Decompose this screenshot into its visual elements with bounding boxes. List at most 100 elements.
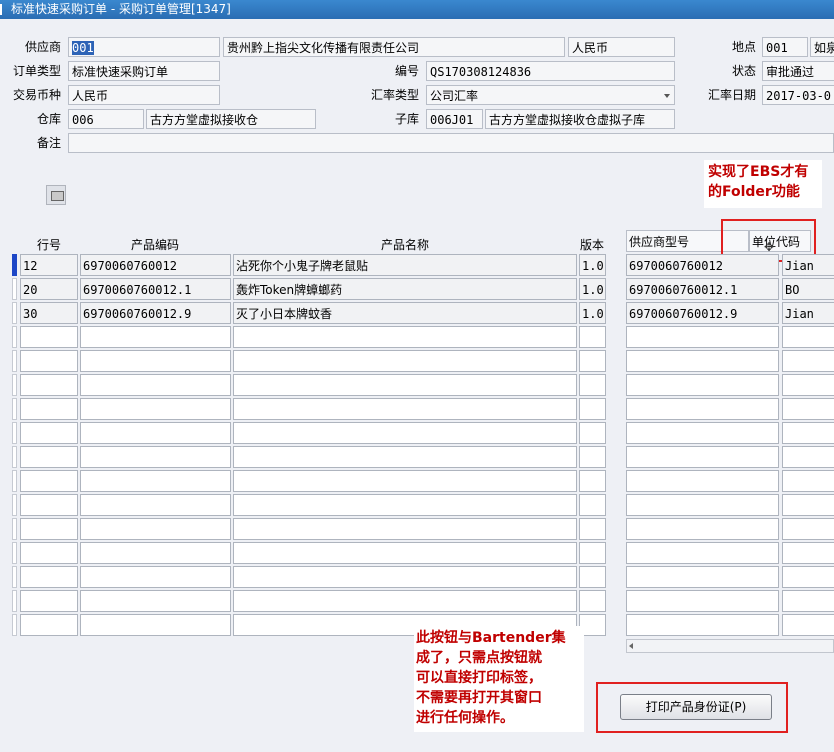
- cell-unit-code[interactable]: [782, 470, 834, 492]
- cell-product-name[interactable]: [233, 326, 577, 348]
- cell-product-name[interactable]: [233, 518, 577, 540]
- cell-version[interactable]: 1.0: [579, 254, 606, 276]
- cell-unit-code[interactable]: Jian: [782, 302, 834, 324]
- cell-product-name[interactable]: [233, 422, 577, 444]
- cell-supplier-model[interactable]: [626, 470, 779, 492]
- cell-product-code[interactable]: 6970060760012: [80, 254, 231, 276]
- cell-version[interactable]: [579, 590, 606, 612]
- cell-product-name[interactable]: [233, 470, 577, 492]
- cell-unit-code[interactable]: [782, 566, 834, 588]
- row-indicator[interactable]: [12, 494, 17, 516]
- cell-supplier-model[interactable]: 6970060760012.9: [626, 302, 779, 324]
- cell-line-no[interactable]: [20, 326, 78, 348]
- cell-unit-code[interactable]: [782, 590, 834, 612]
- horizontal-scrollbar[interactable]: [626, 639, 834, 653]
- row-indicator[interactable]: [12, 470, 17, 492]
- row-indicator[interactable]: [12, 278, 17, 300]
- cell-version[interactable]: [579, 422, 606, 444]
- cell-unit-code[interactable]: [782, 398, 834, 420]
- cell-line-no[interactable]: [20, 470, 78, 492]
- cell-product-code[interactable]: [80, 494, 231, 516]
- cell-supplier-model[interactable]: [626, 566, 779, 588]
- subinventory-name-field[interactable]: 古方方堂虚拟接收仓虚拟子库: [485, 109, 675, 129]
- cell-product-code[interactable]: [80, 446, 231, 468]
- warehouse-name-field[interactable]: 古方方堂虚拟接收仓: [146, 109, 316, 129]
- current-row-indicator[interactable]: [12, 254, 17, 276]
- cell-product-code[interactable]: [80, 398, 231, 420]
- cell-product-name[interactable]: 灭了小日本牌蚊香: [233, 302, 577, 324]
- cell-product-name[interactable]: 轰炸Token牌蟑螂药: [233, 278, 577, 300]
- scroll-left-icon[interactable]: [629, 643, 633, 649]
- cell-product-name[interactable]: [233, 374, 577, 396]
- row-indicator[interactable]: [12, 590, 17, 612]
- cell-version[interactable]: [579, 470, 606, 492]
- cell-supplier-model[interactable]: 6970060760012: [626, 254, 779, 276]
- warehouse-code-field[interactable]: 006: [68, 109, 144, 129]
- order-type-field[interactable]: 标准快速采购订单: [68, 61, 220, 81]
- cell-line-no[interactable]: [20, 566, 78, 588]
- cell-line-no[interactable]: [20, 518, 78, 540]
- print-product-id-button[interactable]: 打印产品身份证(P): [620, 694, 772, 720]
- cell-supplier-model[interactable]: [626, 326, 779, 348]
- cell-supplier-model[interactable]: [626, 542, 779, 564]
- cell-product-code[interactable]: [80, 518, 231, 540]
- row-indicator[interactable]: [12, 542, 17, 564]
- rate-type-select[interactable]: 公司汇率: [426, 85, 675, 105]
- cell-version[interactable]: [579, 350, 606, 372]
- supplier-currency-field[interactable]: 人民币: [568, 37, 675, 57]
- cell-supplier-model[interactable]: [626, 374, 779, 396]
- cell-product-name[interactable]: 沾死你个小鬼子牌老鼠贴: [233, 254, 577, 276]
- row-indicator[interactable]: [12, 446, 17, 468]
- row-indicator[interactable]: [12, 518, 17, 540]
- location-name-field[interactable]: 如泉: [810, 37, 834, 57]
- row-indicator[interactable]: [12, 398, 17, 420]
- row-indicator[interactable]: [12, 614, 17, 636]
- cell-supplier-model[interactable]: [626, 494, 779, 516]
- cell-line-no[interactable]: [20, 590, 78, 612]
- cell-product-code[interactable]: 6970060760012.1: [80, 278, 231, 300]
- cell-product-name[interactable]: [233, 350, 577, 372]
- cell-version[interactable]: 1.0: [579, 278, 606, 300]
- cell-unit-code[interactable]: [782, 374, 834, 396]
- location-code-field[interactable]: 001: [762, 37, 808, 57]
- cell-product-code[interactable]: [80, 374, 231, 396]
- cell-line-no[interactable]: [20, 398, 78, 420]
- cell-product-code[interactable]: [80, 326, 231, 348]
- cell-line-no[interactable]: [20, 446, 78, 468]
- cell-unit-code[interactable]: [782, 326, 834, 348]
- cell-product-code[interactable]: [80, 590, 231, 612]
- cell-product-code[interactable]: [80, 470, 231, 492]
- cell-line-no[interactable]: [20, 350, 78, 372]
- folder-button[interactable]: [46, 185, 66, 205]
- cell-version[interactable]: [579, 542, 606, 564]
- cell-product-code[interactable]: [80, 350, 231, 372]
- cell-supplier-model[interactable]: [626, 518, 779, 540]
- txn-currency-field[interactable]: 人民币: [68, 85, 220, 105]
- subinventory-code-field[interactable]: 006J01: [426, 109, 483, 129]
- cell-product-code[interactable]: [80, 542, 231, 564]
- cell-version[interactable]: 1.0: [579, 302, 606, 324]
- cell-product-name[interactable]: [233, 590, 577, 612]
- cell-product-code[interactable]: [80, 566, 231, 588]
- cell-version[interactable]: [579, 446, 606, 468]
- supplier-name-field[interactable]: 贵州黔上指尖文化传播有限责任公司: [223, 37, 565, 57]
- row-indicator[interactable]: [12, 302, 17, 324]
- cell-unit-code[interactable]: [782, 542, 834, 564]
- row-indicator[interactable]: [12, 326, 17, 348]
- cell-unit-code[interactable]: Jian: [782, 254, 834, 276]
- cell-line-no[interactable]: [20, 422, 78, 444]
- cell-supplier-model[interactable]: [626, 614, 779, 636]
- rate-date-field[interactable]: 2017-03-0: [762, 85, 834, 105]
- remark-field[interactable]: [68, 133, 834, 153]
- cell-unit-code[interactable]: [782, 494, 834, 516]
- cell-unit-code[interactable]: BO: [782, 278, 834, 300]
- cell-product-code[interactable]: [80, 422, 231, 444]
- status-field[interactable]: 审批通过: [762, 61, 834, 81]
- chevron-down-icon[interactable]: [664, 94, 670, 98]
- cell-line-no[interactable]: 12: [20, 254, 78, 276]
- cell-supplier-model[interactable]: [626, 350, 779, 372]
- cell-product-name[interactable]: [233, 566, 577, 588]
- cell-unit-code[interactable]: [782, 446, 834, 468]
- cell-version[interactable]: [579, 374, 606, 396]
- cell-line-no[interactable]: [20, 614, 78, 636]
